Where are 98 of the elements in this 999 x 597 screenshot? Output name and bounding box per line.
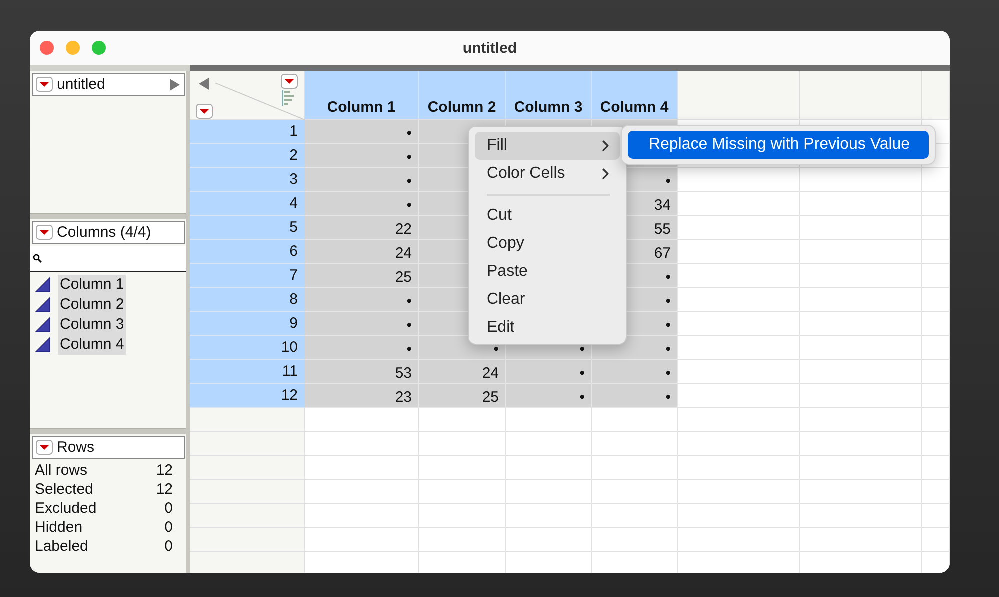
table-cell: • bbox=[592, 360, 678, 384]
empty-cell bbox=[922, 528, 950, 552]
dropdown-icon[interactable] bbox=[196, 104, 213, 119]
empty-cell bbox=[922, 456, 950, 480]
continuous-column-icon bbox=[35, 277, 51, 293]
triangle-icon[interactable] bbox=[170, 78, 180, 90]
row-number[interactable]: 7 bbox=[190, 264, 305, 288]
panel-header[interactable]: Rows bbox=[32, 436, 185, 459]
search-icon bbox=[33, 254, 42, 263]
table-cell: 23 bbox=[305, 384, 419, 408]
row-number[interactable]: 3 bbox=[190, 168, 305, 192]
empty-cell bbox=[922, 480, 950, 504]
left-arrow-icon[interactable] bbox=[199, 78, 209, 90]
menu-item[interactable]: Replace Missing with Previous Value bbox=[628, 131, 929, 159]
empty-column-header[interactable] bbox=[922, 71, 950, 120]
empty-row-header[interactable] bbox=[190, 408, 305, 432]
continuous-column-icon bbox=[35, 337, 51, 353]
window-title: untitled bbox=[462, 40, 518, 56]
empty-row-header[interactable] bbox=[190, 456, 305, 480]
column-header[interactable]: Column 1 bbox=[305, 71, 419, 120]
row-number[interactable]: 4 bbox=[190, 192, 305, 216]
table-cell: 25 bbox=[305, 264, 419, 288]
stat-value: 0 bbox=[164, 538, 173, 555]
column-list-item[interactable]: Column 1 bbox=[58, 275, 126, 295]
empty-row-header[interactable] bbox=[190, 504, 305, 528]
stat-value: 12 bbox=[156, 481, 173, 498]
continuous-column-icon bbox=[35, 297, 51, 313]
table-cell: • bbox=[305, 336, 419, 360]
row-number[interactable]: 8 bbox=[190, 288, 305, 312]
table-cell: • bbox=[506, 360, 592, 384]
stat-label: Labeled bbox=[35, 538, 88, 555]
stat-label: Excluded bbox=[35, 500, 97, 517]
column-list-item[interactable]: Column 2 bbox=[58, 295, 126, 315]
row-number[interactable]: 10 bbox=[190, 336, 305, 360]
table-cell: • bbox=[305, 288, 419, 312]
chevron-icon bbox=[602, 168, 610, 180]
dropdown-icon[interactable] bbox=[36, 440, 53, 455]
row-number[interactable]: 6 bbox=[190, 240, 305, 264]
panel-title: untitled bbox=[57, 76, 106, 93]
table-cell: 22 bbox=[305, 216, 419, 240]
table-cell: • bbox=[305, 192, 419, 216]
column-header[interactable]: Column 4 bbox=[592, 71, 678, 120]
continuous-column-icon bbox=[35, 317, 51, 333]
empty-cell bbox=[922, 432, 950, 456]
stat-label: Hidden bbox=[35, 519, 83, 536]
stat-label: Selected bbox=[35, 481, 94, 498]
dropdown-icon[interactable] bbox=[36, 225, 53, 240]
row-number[interactable]: 12 bbox=[190, 384, 305, 408]
table-cell: • bbox=[305, 168, 419, 192]
empty-cell bbox=[922, 240, 950, 264]
stat-value: 0 bbox=[164, 519, 173, 536]
empty-cell bbox=[922, 216, 950, 240]
table-cell: • bbox=[305, 312, 419, 336]
table-cell: • bbox=[506, 384, 592, 408]
table-cell: • bbox=[305, 144, 419, 168]
empty-cell bbox=[922, 288, 950, 312]
stat-value: 0 bbox=[164, 500, 173, 517]
column-list-item[interactable]: Column 4 bbox=[58, 335, 126, 355]
chevron-icon bbox=[602, 140, 610, 152]
row-number[interactable]: 1 bbox=[190, 120, 305, 144]
empty-cell bbox=[922, 192, 950, 216]
empty-cell bbox=[922, 336, 950, 360]
dropdown-icon[interactable] bbox=[36, 77, 53, 92]
menu-item[interactable]: Fill bbox=[475, 132, 620, 160]
panel-header[interactable]: untitled bbox=[32, 73, 185, 96]
row-number[interactable]: 9 bbox=[190, 312, 305, 336]
empty-cell bbox=[922, 168, 950, 192]
table-cell: • bbox=[592, 384, 678, 408]
column-header[interactable]: Column 3 bbox=[506, 71, 592, 120]
empty-row-header[interactable] bbox=[190, 528, 305, 552]
table-cell: • bbox=[305, 120, 419, 144]
empty-cell bbox=[922, 504, 950, 528]
dropdown-icon[interactable] bbox=[281, 74, 298, 89]
table-cell: 24 bbox=[305, 240, 419, 264]
empty-row-header[interactable] bbox=[190, 432, 305, 456]
empty-cell bbox=[922, 408, 950, 432]
empty-row-header[interactable] bbox=[190, 480, 305, 504]
empty-cell bbox=[922, 384, 950, 408]
table-cell: 24 bbox=[419, 360, 506, 384]
stat-label: All rows bbox=[35, 462, 88, 479]
column-list-item[interactable]: Column 3 bbox=[58, 315, 126, 335]
panel-header[interactable]: Columns (4/4) bbox=[32, 221, 185, 244]
empty-cell bbox=[922, 312, 950, 336]
empty-cell bbox=[922, 360, 950, 384]
stat-value: 12 bbox=[156, 462, 173, 479]
table-cell: 53 bbox=[305, 360, 419, 384]
empty-cell bbox=[922, 264, 950, 288]
search-field[interactable] bbox=[30, 246, 186, 272]
zoom-button[interactable] bbox=[92, 41, 106, 55]
row-number[interactable]: 11 bbox=[190, 360, 305, 384]
panel-title: Rows bbox=[57, 439, 96, 456]
minimize-button[interactable] bbox=[66, 41, 80, 55]
row-number[interactable]: 5 bbox=[190, 216, 305, 240]
column-header[interactable]: Column 2 bbox=[419, 71, 506, 120]
row-number[interactable]: 2 bbox=[190, 144, 305, 168]
close-button[interactable] bbox=[40, 41, 54, 55]
table-cell: 25 bbox=[419, 384, 506, 408]
panel-title: Columns (4/4) bbox=[57, 224, 152, 241]
